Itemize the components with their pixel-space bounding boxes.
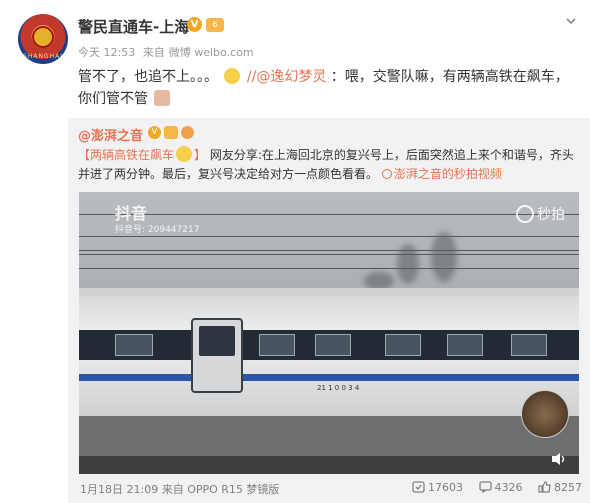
repost-text: 【两辆高铁在飙车】 网友分享:在上海回北京的复兴号上，后面突然追上来个和谐号，齐…: [78, 146, 578, 184]
repost-icon: [412, 481, 425, 493]
post-username[interactable]: 警民直通车-上海: [78, 16, 189, 37]
emoji-laugh-icon: [176, 146, 193, 162]
member-level-icon: [164, 126, 178, 139]
train-window: [511, 334, 547, 356]
comment-count: 4326: [494, 481, 523, 494]
train-window: [385, 334, 421, 356]
video-link[interactable]: 澎湃之音的秒拍视频: [381, 167, 502, 181]
train-window: [259, 334, 295, 356]
smoke-plume: [397, 244, 419, 284]
mention-link[interactable]: //@逸幻梦灵: [247, 69, 326, 85]
douyin-watermark: 抖音: [115, 204, 148, 223]
train-window: [447, 334, 483, 356]
post-source[interactable]: 微博 weibo.com: [169, 46, 254, 59]
emoji-sweat-icon: [224, 68, 241, 84]
post-text-part1: 管不了，也追不上。。。: [78, 69, 218, 85]
smoke-plume: [431, 232, 457, 282]
train-door-window: [199, 326, 235, 356]
overhead-wire: [79, 236, 579, 237]
train-code: 21 1 0 0 3 4: [317, 384, 360, 392]
chevron-down-icon[interactable]: [564, 14, 578, 28]
avatar[interactable]: SHANGHAI: [18, 14, 68, 64]
verified-v-icon: V: [187, 17, 202, 32]
video-link-icon: [381, 169, 392, 179]
train-window: [115, 334, 153, 356]
overhead-wire: [79, 254, 579, 255]
repost-topic-tag[interactable]: 【两辆高铁在飙车: [78, 148, 174, 162]
post-meta: 今天 12:53 来自 微博 weibo.com: [78, 44, 258, 60]
comment-icon: [478, 481, 492, 494]
thumbs-up-icon: [538, 481, 551, 493]
miaopai-watermark-label: 秒拍: [537, 207, 565, 223]
video-link-label: 澎湃之音的秒拍视频: [393, 167, 502, 181]
overhead-wire: [79, 250, 579, 251]
post-text: 管不了，也追不上。。。 //@逸幻梦灵 ：喂，交警队嘛，有两辆高铁在飙车， 你们…: [78, 66, 578, 110]
emoji-doge-icon: [154, 90, 171, 106]
footer-date[interactable]: 1月18日 21:09: [80, 483, 158, 496]
post-time[interactable]: 今天 12:53: [78, 46, 135, 59]
repost-username[interactable]: @澎湃之音: [78, 125, 143, 144]
post-footer: 1月18日 21:09 来自 OPPO R15 梦镜版: [80, 481, 279, 497]
avatar-text: SHANGHAI: [23, 53, 63, 60]
train-blue-stripe: [79, 374, 579, 381]
post-text-part3: 你们管不管: [78, 91, 148, 107]
fan-badge-icon: [181, 126, 194, 139]
play-circle-icon: [516, 205, 534, 223]
post-source-prefix: 来自: [142, 46, 165, 59]
track-ground: [79, 456, 579, 474]
footer-source[interactable]: OPPO R15 梦镜版: [187, 483, 279, 496]
repost-block: @澎湃之音 V 【两辆高铁在飙车】 网友分享:在上海回北京的复兴号上，后面突然追…: [68, 118, 590, 503]
like-button[interactable]: 8257: [538, 481, 582, 494]
video-player[interactable]: 21 1 0 0 3 4 抖音 抖音号: 209447217 秒拍: [79, 192, 579, 474]
overhead-wire: [79, 268, 579, 269]
verified-v-icon: V: [148, 126, 161, 139]
footer-source-prefix: 来自: [161, 483, 184, 496]
post-stats: 17603 4326 8257: [400, 481, 582, 494]
like-count: 8257: [554, 481, 582, 494]
post-text-part2: ：喂，交警队嘛，有两辆高铁在飙车，: [330, 69, 569, 85]
member-level-icon: 6: [206, 18, 224, 32]
douyin-id-watermark: 抖音号: 209447217: [115, 225, 200, 235]
repost-button[interactable]: 17603: [412, 481, 463, 494]
overhead-wire: [79, 214, 579, 215]
police-emblem-icon: [32, 26, 54, 48]
volume-icon[interactable]: [551, 452, 567, 466]
weibo-post-card: SHANGHAI 警民直通车-上海 V 6 今天 12:53 来自 微博 weib…: [0, 0, 590, 503]
comment-button[interactable]: 4326: [478, 481, 523, 494]
repost-count: 17603: [428, 481, 463, 494]
miaopai-watermark: 秒拍: [516, 204, 565, 224]
train-door: [191, 318, 243, 393]
uploader-thumbnail[interactable]: [521, 390, 569, 438]
train-undercarriage: [79, 416, 579, 456]
repost-topic-tag-end: 】: [194, 148, 207, 162]
train-window: [315, 334, 351, 356]
